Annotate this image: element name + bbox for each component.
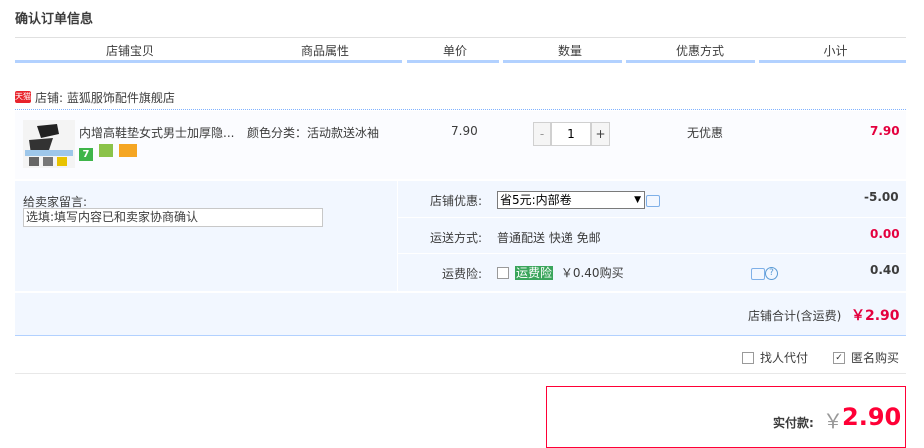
pay-label: 实付款: bbox=[773, 416, 814, 430]
section-divider bbox=[15, 373, 906, 374]
proxy-pay-option[interactable]: 找人代付 bbox=[742, 349, 808, 366]
product-image-icon bbox=[23, 120, 75, 168]
insurance-info-icon[interactable] bbox=[751, 268, 765, 280]
header-quantity: 数量 bbox=[557, 44, 582, 58]
insurance-option[interactable]: 运费险 ￥0.40购买 bbox=[497, 264, 624, 281]
product-name[interactable]: 内增高鞋垫女式男士加厚隐... bbox=[79, 124, 234, 141]
guarantee-icon[interactable] bbox=[98, 144, 113, 157]
shipping-label: 运送方式: bbox=[430, 231, 483, 245]
shop-subtotal: 店铺合计(含运费) ￥2.90 bbox=[15, 293, 906, 336]
unit-price: 7.90 bbox=[451, 124, 478, 138]
order-item: 内增高鞋垫女式男士加厚隐... 7 颜色分类：活动款送冰袖 7.90 无优惠 7… bbox=[15, 111, 906, 179]
header-unit-price: 单价 bbox=[442, 44, 467, 58]
pay-amount: 2.90 bbox=[842, 403, 902, 431]
shipping-amount: 0.00 bbox=[870, 227, 900, 241]
insurance-price: ￥0.40购买 bbox=[560, 266, 624, 280]
shipping-method: 普通配送 快递 免邮 bbox=[497, 231, 601, 245]
credit-card-icon[interactable] bbox=[118, 144, 137, 157]
pay-currency: ￥ bbox=[823, 409, 843, 433]
insurance-label: 运费险: bbox=[442, 267, 483, 281]
item-subtotal: 7.90 bbox=[870, 124, 900, 138]
shop-row: 天猫 店铺: 蓝狐服饰配件旗舰店 bbox=[15, 85, 906, 110]
chevron-down-icon: ▼ bbox=[634, 195, 641, 205]
quantity-decrease-button[interactable]: - bbox=[533, 122, 551, 146]
discount-method: 无优惠 bbox=[687, 126, 724, 140]
options-row-divider bbox=[398, 253, 906, 254]
header-divider bbox=[626, 60, 755, 63]
header-attributes: 商品属性 bbox=[300, 44, 349, 58]
insurance-tag: 运费险 bbox=[515, 266, 554, 280]
service-tags: 7 bbox=[79, 144, 137, 161]
anonymous-option[interactable]: ✓ 匿名购买 bbox=[833, 349, 899, 366]
coupon-info-icon[interactable] bbox=[646, 195, 660, 207]
shop-total-value: ￥2.90 bbox=[851, 308, 900, 324]
header-divider bbox=[15, 60, 402, 63]
proxy-pay-label: 找人代付 bbox=[760, 351, 809, 365]
quantity-input[interactable]: 1 bbox=[551, 122, 591, 146]
insurance-checkbox[interactable] bbox=[497, 266, 509, 279]
anonymous-checkbox[interactable]: ✓ bbox=[833, 351, 845, 364]
coupon-select[interactable]: 省5元:内部卷 ▼ bbox=[497, 191, 645, 209]
page-title: 确认订单信息 bbox=[15, 12, 94, 27]
header-divider bbox=[407, 60, 499, 63]
options-divider bbox=[397, 181, 398, 291]
seller-message-input[interactable]: 选填:填写内容已和卖家协商确认 bbox=[23, 208, 323, 227]
product-attributes: 颜色分类：活动款送冰袖 bbox=[247, 126, 380, 140]
header-divider bbox=[759, 60, 906, 63]
table-header: 店铺宝贝 商品属性 单价 数量 优惠方式 小计 bbox=[15, 37, 906, 63]
seven-day-return-icon[interactable]: 7 bbox=[79, 148, 93, 161]
header-discount: 优惠方式 bbox=[675, 44, 724, 58]
anonymous-label: 匿名购买 bbox=[851, 351, 900, 365]
header-subtotal: 小计 bbox=[823, 44, 848, 58]
shop-name[interactable]: 店铺: 蓝狐服饰配件旗舰店 bbox=[35, 89, 175, 106]
payment-summary-box: 实付款: ￥ 2.90 bbox=[546, 386, 906, 448]
coupon-selected-value: 省5元:内部卷 bbox=[500, 193, 572, 207]
header-shop-item: 店铺宝贝 bbox=[105, 44, 154, 58]
product-thumbnail[interactable] bbox=[23, 120, 75, 168]
insurance-amount: 0.40 bbox=[870, 263, 900, 277]
shop-total-label: 店铺合计(含运费) bbox=[748, 309, 842, 323]
header-divider bbox=[503, 60, 622, 63]
coupon-label: 店铺优惠: bbox=[430, 194, 483, 208]
options-row-divider bbox=[398, 217, 906, 218]
proxy-pay-checkbox[interactable] bbox=[742, 351, 754, 364]
tmall-badge-icon: 天猫 bbox=[15, 91, 31, 103]
order-options: 给卖家留言: 选填:填写内容已和卖家协商确认 店铺优惠: 省5元:内部卷 ▼ -… bbox=[15, 181, 906, 291]
help-icon[interactable]: ? bbox=[765, 267, 778, 280]
coupon-amount: -5.00 bbox=[864, 190, 899, 204]
quantity-increase-button[interactable]: + bbox=[591, 122, 610, 146]
